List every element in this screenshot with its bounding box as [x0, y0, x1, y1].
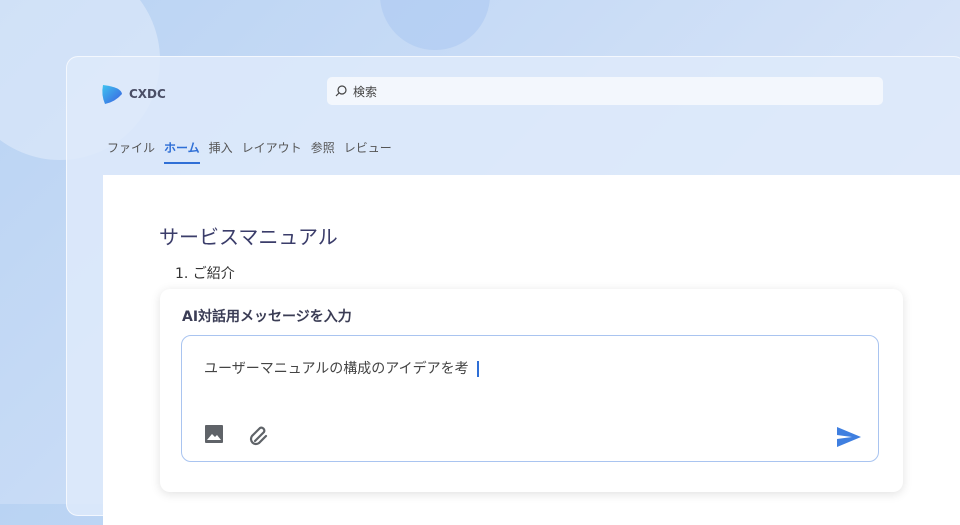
ai-chat-panel: AI対話用メッセージを入力 ユーザーマニュアルの構成のアイデアを考: [160, 289, 903, 492]
ribbon-tabs: ファイル ホーム 挿入 レイアウト 参照 レビュー: [107, 139, 392, 164]
tab-home[interactable]: ホーム: [164, 139, 200, 164]
tab-layout[interactable]: レイアウト: [242, 139, 302, 164]
app-name: CXDC: [129, 87, 166, 101]
image-icon[interactable]: [204, 424, 224, 444]
logo-icon: [102, 85, 122, 104]
search-icon: [335, 85, 347, 97]
list-item: 1. ご紹介: [175, 266, 235, 282]
tab-references[interactable]: 参照: [311, 139, 335, 164]
chat-input[interactable]: ユーザーマニュアルの構成のアイデアを考: [181, 335, 879, 462]
chat-title: AI対話用メッセージを入力: [182, 309, 352, 325]
search-input[interactable]: 検索: [327, 77, 883, 105]
search-placeholder: 検索: [353, 84, 378, 99]
attachment-icon[interactable]: [248, 424, 270, 446]
chat-input-value: ユーザーマニュアルの構成のアイデアを考: [204, 361, 469, 377]
tab-file[interactable]: ファイル: [107, 139, 155, 164]
document-title: サービスマニュアル: [159, 225, 338, 249]
tab-insert[interactable]: 挿入: [209, 139, 233, 164]
background-shape: [380, 0, 490, 50]
send-icon[interactable]: [836, 426, 862, 448]
text-caret: [476, 361, 479, 377]
app-logo: CXDC: [101, 83, 166, 105]
tab-review[interactable]: レビュー: [344, 139, 392, 164]
